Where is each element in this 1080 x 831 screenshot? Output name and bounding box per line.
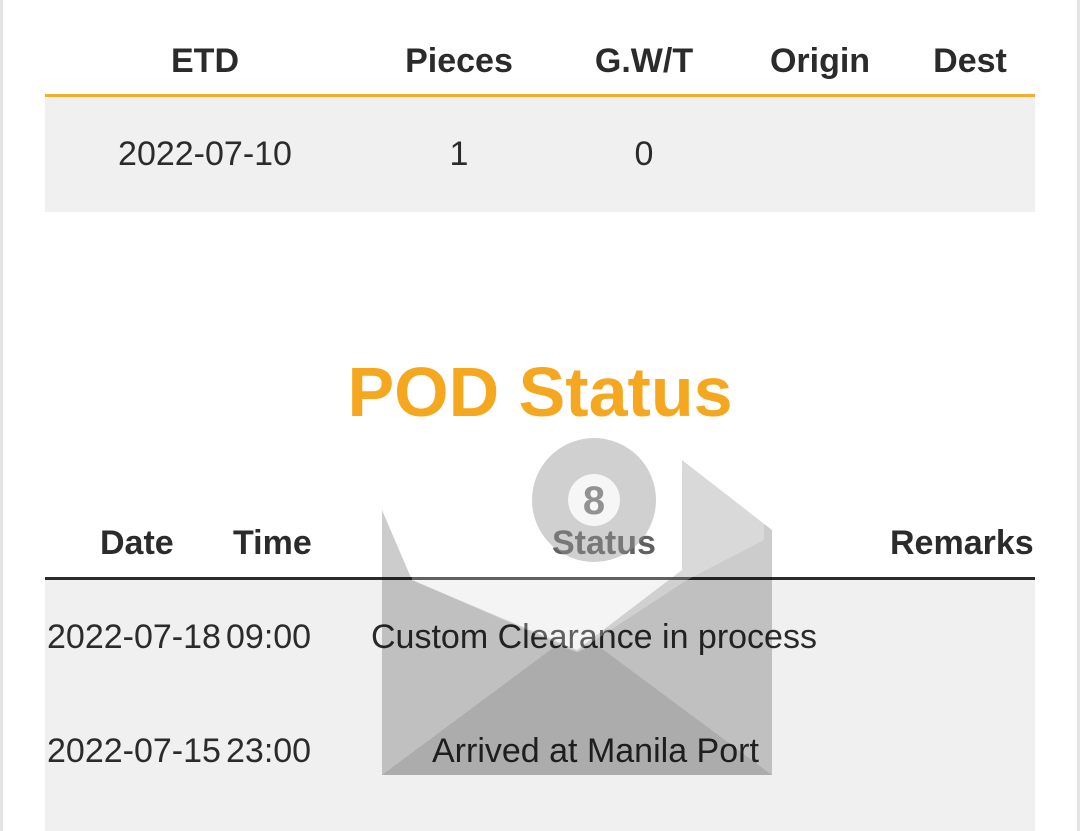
table-row: 2022-07-15 23:00 Arrived at Manila Port: [45, 694, 1035, 808]
header-status: Status: [552, 524, 656, 562]
pod-table-header: Date Time Status Remarks: [45, 500, 1035, 580]
header-remarks: Remarks: [890, 524, 1034, 562]
table-row: 2022-07-18 09:00 Custom Clearance in pro…: [45, 580, 1035, 694]
cell-time: 23:00: [226, 732, 312, 770]
pod-table-body: 2022-07-18 09:00 Custom Clearance in pro…: [45, 580, 1035, 831]
svg-text:bechimalls bechimalls: bechimalls bechimalls: [507, 420, 681, 501]
cell-date: 2022-07-15: [47, 732, 221, 770]
cell-date: 2022-07-18: [47, 618, 221, 656]
cell-time: 09:00: [226, 618, 312, 656]
shipment-table-header: ETD Pieces G.W/T Origin Dest: [45, 0, 1035, 97]
header-time: Time: [233, 524, 312, 562]
header-date: Date: [100, 524, 174, 562]
header-etd: ETD: [171, 42, 239, 80]
cell-status: Custom Clearance in process: [371, 618, 817, 656]
header-origin: Origin: [769, 42, 871, 80]
cell-gwt: 0: [634, 135, 654, 173]
watermark-text: bechimalls bechimalls: [507, 413, 681, 501]
header-gwt: G.W/T: [594, 42, 694, 80]
cell-status: Arrived at Manila Port: [432, 732, 759, 770]
header-dest: Dest: [933, 42, 1007, 80]
shipment-table-row: 2022-07-10 1 0: [45, 97, 1035, 212]
header-pieces: Pieces: [405, 42, 513, 80]
pod-status-title: POD Status: [347, 353, 733, 431]
cell-etd: 2022-07-10: [118, 135, 292, 173]
cell-pieces: 1: [449, 135, 469, 173]
